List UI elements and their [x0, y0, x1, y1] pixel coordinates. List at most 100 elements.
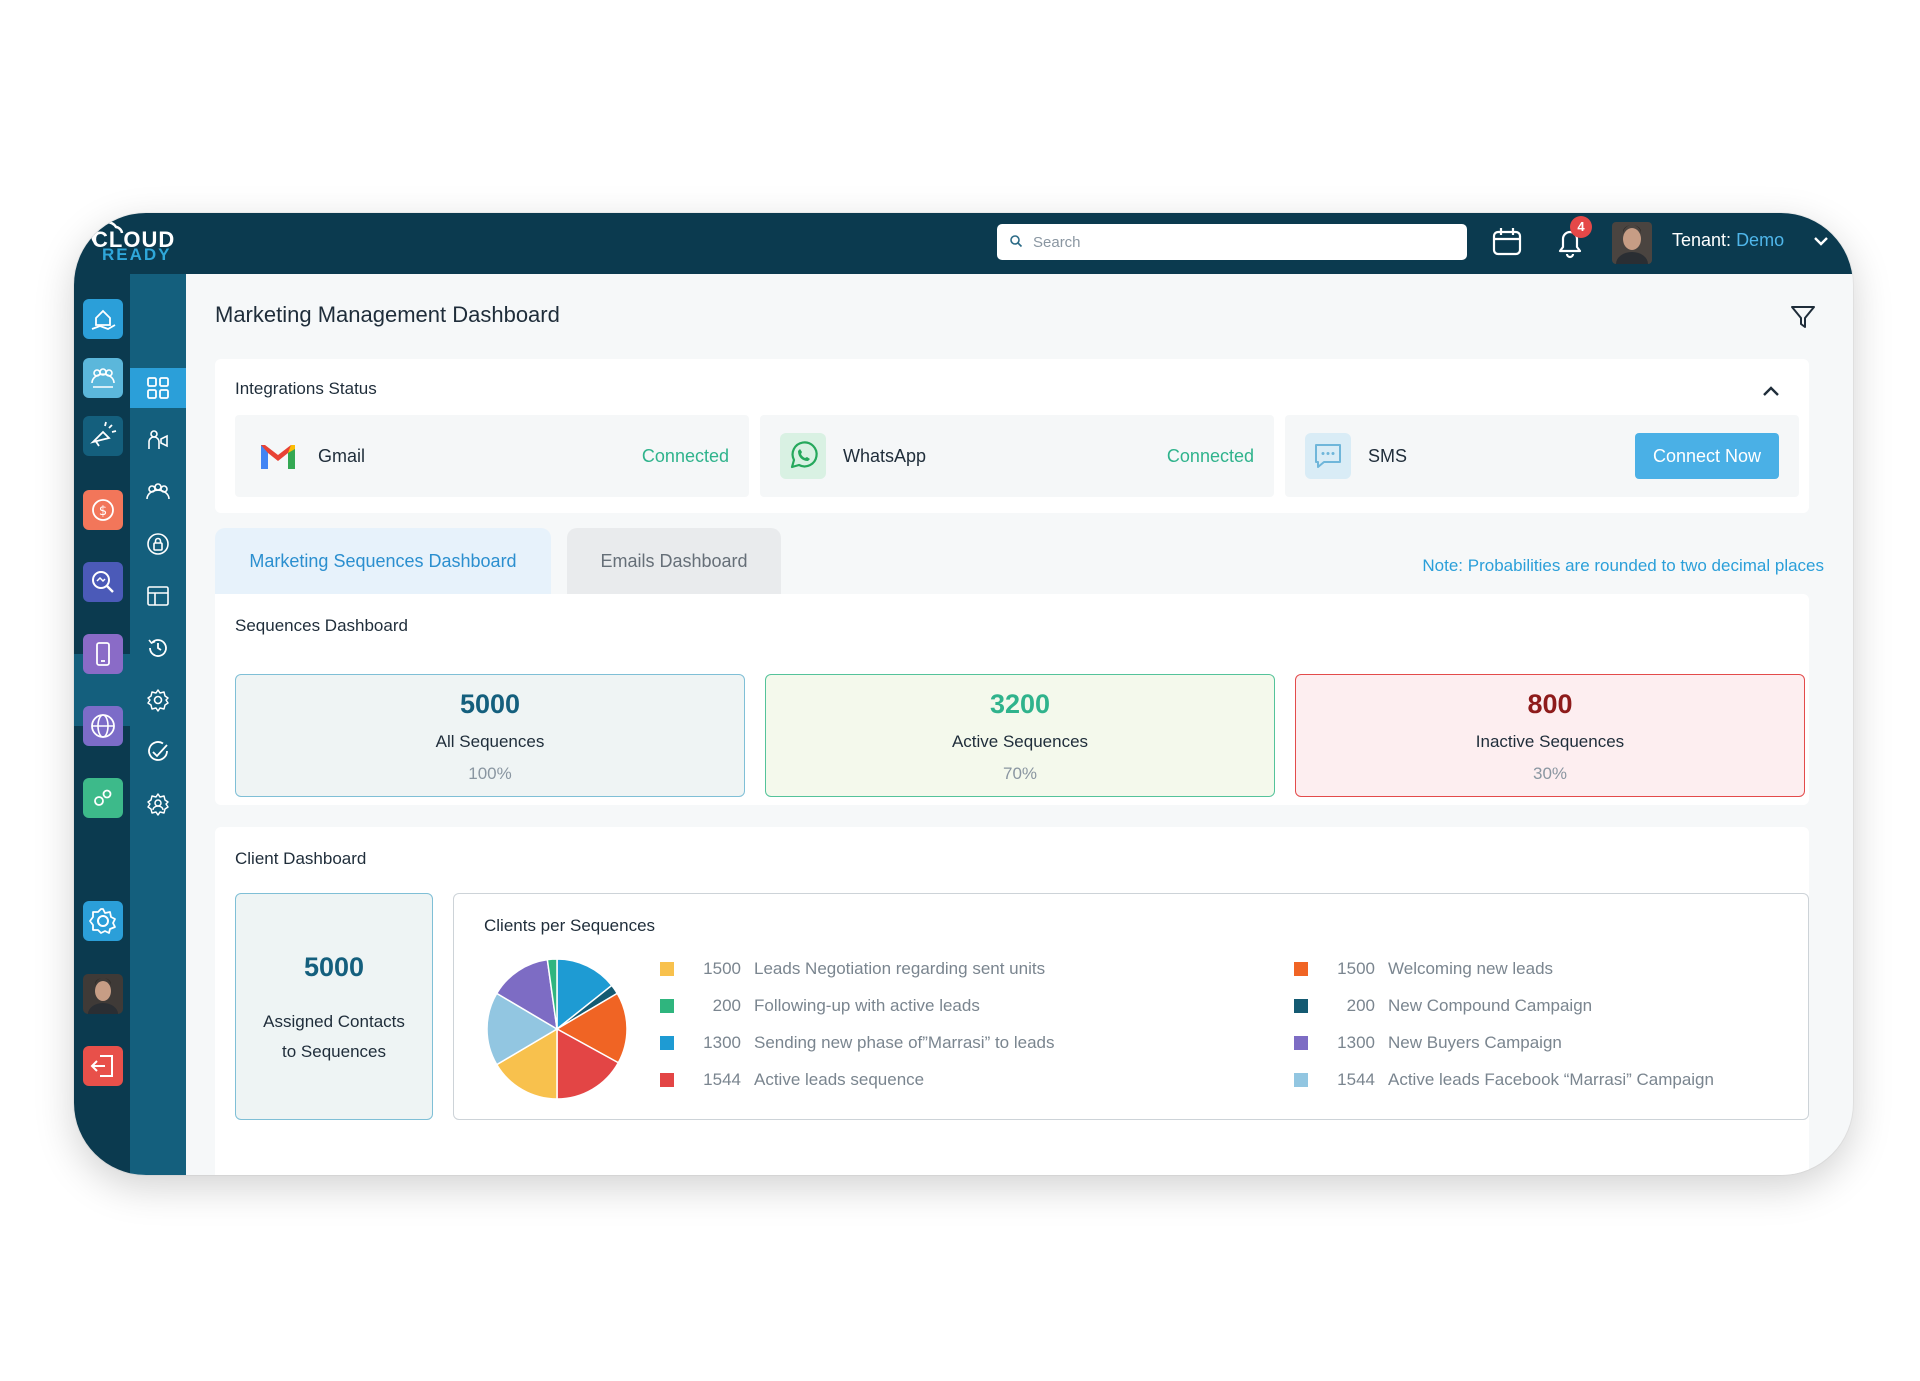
submenu-tables[interactable]	[130, 576, 186, 616]
legend-value: 200	[712, 996, 741, 1015]
legend-swatch	[660, 1073, 674, 1087]
chevron-down-icon[interactable]	[1812, 232, 1830, 250]
stat-percent: 30%	[1532, 764, 1568, 783]
app-window: CLOUD READY 4	[74, 213, 1853, 1175]
sequences-title: Sequences Dashboard	[235, 616, 408, 635]
gears-icon	[94, 789, 112, 806]
legend-swatch	[1294, 962, 1308, 976]
gear-icon	[147, 689, 169, 712]
lock-cycle-icon	[147, 533, 169, 555]
team-icon	[91, 368, 115, 388]
module-home-button[interactable]	[83, 299, 123, 339]
stat-percent: 70%	[1002, 764, 1038, 783]
sidebar-user-avatar[interactable]	[83, 974, 123, 1014]
group-icon	[146, 483, 170, 500]
megaphone-icon	[90, 421, 117, 447]
integrations-title: Integrations Status	[235, 379, 377, 398]
assigned-value: 5000	[303, 952, 365, 982]
stat-value: 3200	[989, 689, 1051, 719]
submenu-campaigns[interactable]	[130, 420, 186, 460]
submenu-groups[interactable]	[130, 472, 186, 512]
legend-value: 1300	[703, 1033, 741, 1052]
legend-item: 200 New Compound Campaign	[1294, 996, 1592, 1016]
logout-button[interactable]	[83, 1046, 123, 1086]
legend-value: 1544	[703, 1070, 741, 1089]
legend-swatch	[660, 962, 674, 976]
chevron-up-icon[interactable]	[1761, 381, 1781, 401]
submenu-history[interactable]	[130, 628, 186, 668]
tenant-selector[interactable]: Tenant: Demo	[1672, 230, 1784, 251]
calendar-icon[interactable]	[1491, 226, 1523, 258]
gear-people-icon	[147, 793, 169, 816]
integration-name: SMS	[1368, 446, 1408, 466]
search-bar[interactable]	[997, 224, 1467, 260]
legend-item: 1500 Leads Negotiation regarding sent uni…	[660, 959, 1045, 979]
integration-status: Connected	[1166, 446, 1254, 466]
submenu-tasks[interactable]	[130, 732, 186, 772]
tenant-value: Demo	[1736, 230, 1785, 250]
module-mobile-button[interactable]	[83, 634, 123, 674]
stat-label: Inactive Sequences	[1475, 732, 1625, 751]
legend-item: 1544 Active leads Facebook “Marrasi” Camp…	[1294, 1070, 1714, 1090]
tab-emails[interactable]: Emails Dashboard	[567, 528, 781, 594]
integrations-card: Integrations Status Gmail Connected What…	[215, 359, 1809, 513]
user-photo-icon	[83, 974, 123, 1014]
rounding-note: Note: Probabilities are rounded to two d…	[1422, 556, 1824, 575]
submenu-team-settings[interactable]	[130, 784, 186, 824]
integration-gmail: Gmail Connected	[235, 415, 749, 497]
page-title: Marketing Management Dashboard	[215, 302, 560, 327]
stat-label: All Sequences	[435, 732, 545, 751]
home-hand-icon	[91, 309, 116, 330]
legend-value: 200	[1346, 996, 1375, 1015]
whatsapp-icon	[790, 441, 818, 469]
submenu-sidebar	[130, 274, 186, 1175]
sequences-card: Sequences Dashboard 5000 All Sequences 1…	[215, 594, 1809, 805]
submenu-dashboard[interactable]	[130, 368, 186, 408]
legend-swatch	[1294, 999, 1308, 1013]
tab-marketing-sequences[interactable]: Marketing Sequences Dashboard	[215, 528, 551, 594]
search-input[interactable]	[1031, 232, 1467, 252]
module-sidebar: $	[74, 274, 130, 1175]
module-web-button[interactable]	[83, 706, 123, 746]
module-team-button[interactable]	[83, 358, 123, 398]
cloud-ready-logo[interactable]: CLOUD READY	[88, 221, 188, 267]
logo-text-bottom: READY	[102, 245, 172, 264]
legend-label: Welcoming new leads	[1388, 959, 1554, 978]
legend-item: 1544 Active leads sequence	[660, 1070, 924, 1090]
legend-value: 1500	[703, 959, 741, 978]
connect-now-button[interactable]: Connect Now	[1635, 433, 1779, 479]
module-marketing-button[interactable]	[83, 416, 123, 456]
legend-value: 1544	[1337, 1070, 1375, 1089]
legend-item: 200 Following-up with active leads	[660, 996, 980, 1016]
tenant-label: Tenant:	[1672, 230, 1732, 250]
assigned-label-line2: to Sequences	[282, 1042, 386, 1061]
legend-swatch	[1294, 1073, 1308, 1087]
legend-label: New Compound Campaign	[1388, 996, 1593, 1015]
stat-label: Active Sequences	[951, 732, 1089, 751]
user-photo-icon	[1612, 222, 1652, 264]
legend-label: Leads Negotiation regarding sent units	[754, 959, 1046, 978]
submenu-security[interactable]	[130, 524, 186, 564]
stat-value: 5000	[459, 689, 521, 719]
legend-label: Active leads Facebook “Marrasi” Campaign	[1388, 1070, 1714, 1089]
user-avatar[interactable]	[1612, 222, 1652, 264]
search-icon	[1010, 235, 1023, 248]
pie-chart	[486, 958, 628, 1100]
legend-item: 1500 Welcoming new leads	[1294, 959, 1553, 979]
module-finance-button[interactable]: $	[83, 490, 123, 530]
legend-swatch	[1294, 1036, 1308, 1050]
gmail-icon	[261, 445, 295, 469]
module-settings-button[interactable]	[83, 901, 123, 941]
integration-whatsapp: WhatsApp Connected	[760, 415, 1274, 497]
grid-icon	[147, 377, 169, 399]
module-search-button[interactable]	[83, 562, 123, 602]
submenu-settings[interactable]	[130, 680, 186, 720]
sms-logo	[1305, 433, 1351, 479]
globe-icon	[91, 714, 115, 738]
filter-button[interactable]	[1785, 300, 1821, 334]
stat-value: 800	[1527, 689, 1573, 719]
gmail-logo	[255, 433, 301, 479]
module-integrations-button[interactable]	[83, 778, 123, 818]
filter-icon	[1791, 306, 1815, 328]
svg-text:$: $	[99, 504, 107, 519]
